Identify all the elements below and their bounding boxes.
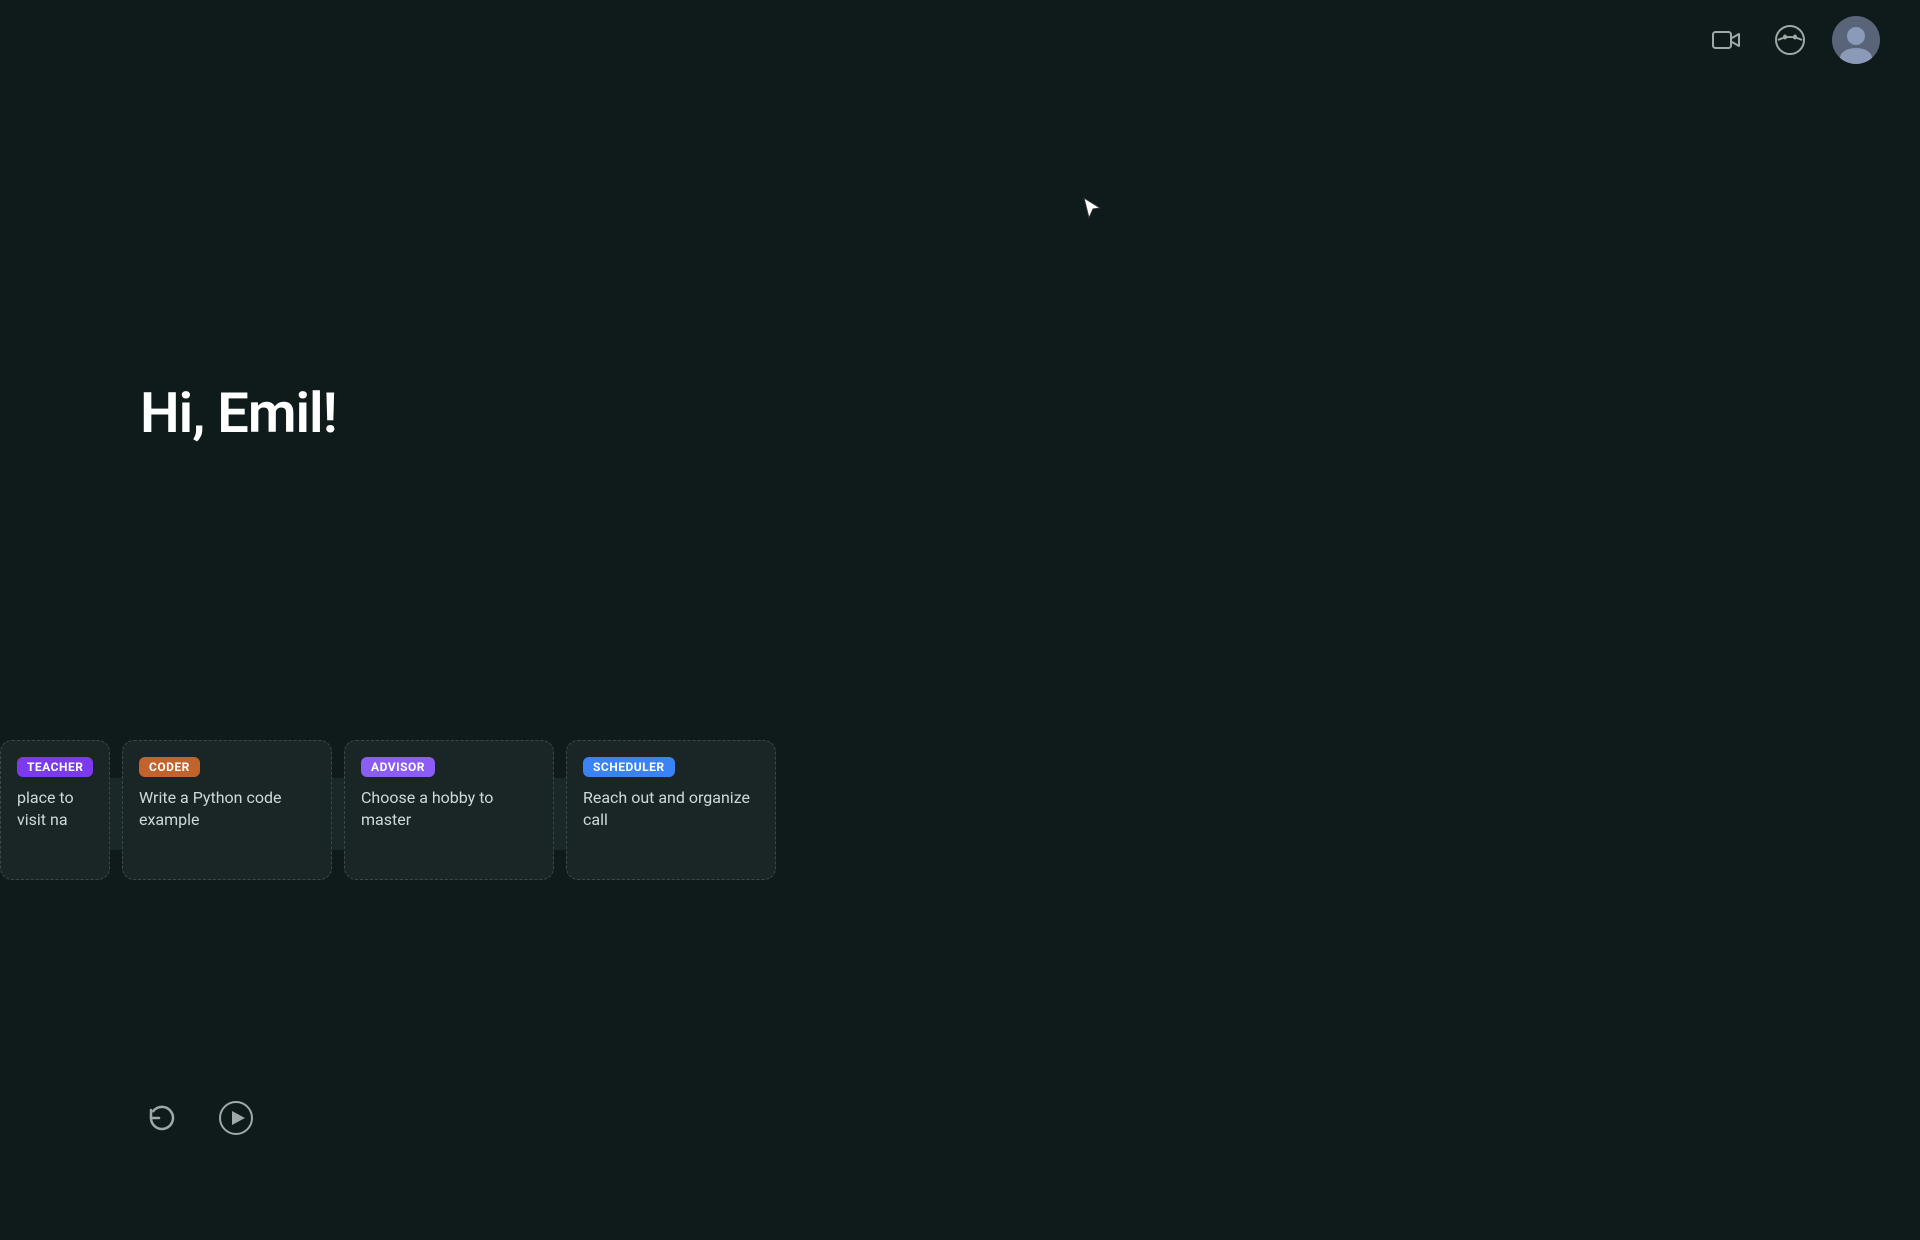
card-coder-text: Write a Python code example bbox=[139, 787, 315, 832]
greeting-text: Hi, Emil! bbox=[140, 380, 337, 446]
top-bar bbox=[0, 0, 1920, 80]
card-scheduler[interactable]: SCHEDULER Reach out and organize call bbox=[566, 740, 776, 880]
card-teacher[interactable]: TEACHER place to visit na bbox=[0, 740, 110, 880]
card-advisor[interactable]: ADVISOR Choose a hobby to master bbox=[344, 740, 554, 880]
ninja-icon[interactable] bbox=[1768, 18, 1812, 62]
video-camera-icon[interactable] bbox=[1704, 18, 1748, 62]
reset-button[interactable] bbox=[140, 1096, 184, 1140]
badge-advisor: ADVISOR bbox=[361, 757, 435, 777]
badge-coder: CODER bbox=[139, 757, 200, 777]
bottom-controls bbox=[140, 1096, 258, 1140]
card-scheduler-text: Reach out and organize call bbox=[583, 787, 759, 832]
badge-teacher: TEACHER bbox=[17, 757, 93, 777]
cards-section: TEACHER place to visit na CODER Write a … bbox=[0, 740, 788, 880]
play-button[interactable] bbox=[214, 1096, 258, 1140]
avatar[interactable] bbox=[1832, 16, 1880, 64]
card-advisor-text: Choose a hobby to master bbox=[361, 787, 537, 832]
cursor bbox=[1082, 196, 1102, 220]
badge-scheduler: SCHEDULER bbox=[583, 757, 675, 777]
card-coder[interactable]: CODER Write a Python code example bbox=[122, 740, 332, 880]
card-teacher-text: place to visit na bbox=[17, 787, 93, 832]
